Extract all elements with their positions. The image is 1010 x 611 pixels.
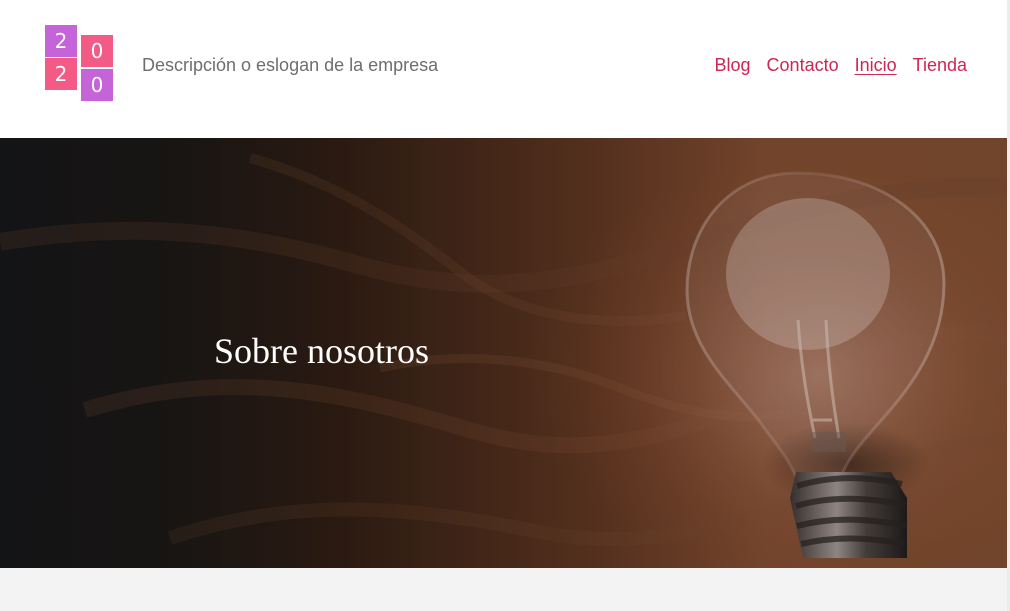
hero-overlay	[0, 138, 1007, 568]
logo-tile: 0	[81, 35, 113, 67]
nav-link-inicio[interactable]: Inicio	[855, 54, 897, 76]
content-area	[0, 568, 1010, 611]
primary-nav: Blog Contacto Inicio Tienda	[715, 54, 967, 76]
logo-tile: 2	[45, 58, 77, 90]
nav-link-contacto[interactable]: Contacto	[767, 54, 839, 76]
site-logo[interactable]: 2 0 2 0	[45, 25, 114, 103]
nav-link-blog[interactable]: Blog	[715, 54, 751, 76]
logo-tile: 2	[45, 25, 77, 57]
nav-link-tienda[interactable]: Tienda	[913, 54, 967, 76]
logo-tile: 0	[81, 69, 113, 101]
site-tagline: Descripción o eslogan de la empresa	[142, 55, 439, 75]
page-title: Sobre nosotros	[214, 331, 429, 371]
site-header: 2 0 2 0 Descripción o eslogan de la empr…	[0, 0, 1007, 138]
page: 2 0 2 0 Descripción o eslogan de la empr…	[0, 0, 1010, 611]
hero-cover: Sobre nosotros	[0, 138, 1007, 568]
